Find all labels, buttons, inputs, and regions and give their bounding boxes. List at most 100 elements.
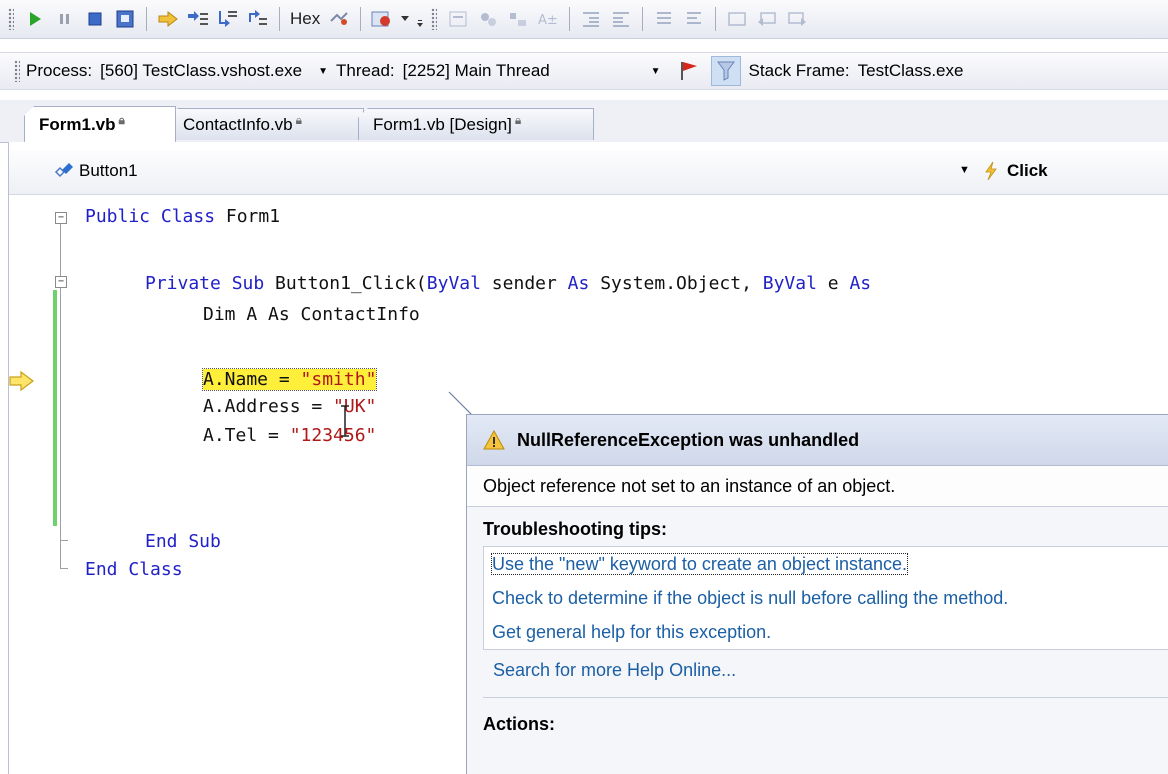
tab-contactinfo-vb[interactable]: ContactInfo.vb 🔒︎ [168, 108, 364, 140]
outline-guide [60, 288, 61, 540]
divider [483, 697, 1168, 698]
code-text: A.Name = [203, 369, 301, 390]
tip-link-general-help[interactable]: Get general help for this exception. [484, 615, 1168, 649]
method-name-dropdown[interactable]: Click [983, 161, 1048, 181]
current-statement-highlight: A.Name = "smith" [201, 368, 378, 391]
flag-icon [680, 62, 697, 80]
breakpoints-window-icon[interactable] [369, 6, 395, 32]
code-text: Form1 [215, 206, 281, 227]
code-line: Private Sub Button1_Click(ByVal sender A… [145, 270, 871, 298]
code-text: e [816, 273, 850, 294]
stop-icon[interactable] [82, 6, 108, 32]
next-bookmark-icon [784, 6, 810, 32]
process-dropdown[interactable]: [560] TestClass.vshost.exe ▼ [100, 58, 336, 84]
stack-frame-label: Stack Frame: [748, 61, 850, 80]
hex-toggle-button[interactable]: Hex [290, 9, 320, 29]
tip-link-use-new-keyword[interactable]: Use the "new" keyword to create an objec… [484, 547, 1168, 581]
tip-text: Use the "new" keyword to create an objec… [490, 553, 909, 575]
stack-frame-dropdown[interactable]: TestClass.exe [858, 58, 998, 84]
text-cursor-icon [341, 405, 349, 437]
flag-filter-icon [716, 61, 735, 81]
tip-text: Check to determine if the object is null… [492, 588, 1009, 608]
toolbar-grip[interactable] [14, 60, 20, 82]
outline-guide [60, 224, 61, 276]
toolbar-grip[interactable] [431, 8, 438, 30]
class-name-dropdown[interactable]: Button1 [53, 161, 138, 181]
tab-form1-vb[interactable]: Form1.vb 🔒︎ [24, 106, 176, 142]
editor-navigation-bar: Button1 ▼ Click [9, 150, 1168, 195]
process-label: Process: [26, 61, 93, 80]
code-keyword: ByVal [426, 273, 481, 294]
tab-label: Form1.vb [39, 114, 116, 134]
event-value: Click [1007, 161, 1048, 180]
code-text: System.Object, [589, 273, 763, 294]
lock-icon: 🔒︎ [118, 113, 125, 127]
toolbar-separator [642, 7, 644, 31]
code-line: End Sub [145, 528, 221, 556]
collapse-toggle[interactable]: − [55, 212, 67, 224]
quick-info-icon: A± [535, 6, 561, 32]
collapse-toggle[interactable]: − [55, 276, 67, 288]
code-line: Dim A As ContactInfo [203, 301, 420, 329]
debug-toolbar: Hex A± [0, 0, 1168, 39]
prev-bookmark-icon [754, 6, 780, 32]
exception-title: NullReferenceException was unhandled [517, 429, 860, 450]
outline-guide [60, 540, 61, 568]
thread-dropdown[interactable]: [2252] Main Thread ▼ [403, 58, 669, 84]
exception-assistant-popup: NullReferenceException was unhandled Obj… [466, 414, 1168, 774]
increase-indent-icon [608, 6, 634, 32]
code-string: "123456" [289, 425, 377, 446]
dropdown-arrow-icon[interactable] [399, 6, 411, 32]
control-icon [54, 163, 73, 178]
code-string: "smith" [300, 369, 377, 390]
lock-icon: 🔒︎ [295, 113, 303, 127]
thread-value: [2252] Main Thread [402, 61, 550, 80]
code-line: End Class [85, 556, 183, 584]
object-browser-icon [475, 6, 501, 32]
bookmark-icon [724, 6, 750, 32]
restart-icon[interactable] [112, 6, 138, 32]
object-value: Button1 [79, 161, 138, 180]
debug-location-toolbar: Process: [560] TestClass.vshost.exe ▼ Th… [0, 52, 1168, 90]
code-line: A.Name = "smith" [201, 366, 378, 394]
toolbar-separator [360, 7, 362, 31]
hex-icon[interactable] [326, 6, 352, 32]
code-keyword: As [849, 273, 872, 294]
toolbar-overflow-icon[interactable] [415, 6, 425, 32]
step-over-icon[interactable] [215, 6, 241, 32]
outline-guide [60, 540, 68, 541]
code-keyword: Public Class [85, 206, 216, 227]
chevron-down-icon: ▼ [650, 65, 661, 77]
process-value: [560] TestClass.vshost.exe [100, 61, 303, 80]
lightning-icon [985, 161, 997, 181]
lock-icon: 🔒︎ [514, 113, 522, 127]
comment-lines-icon [651, 6, 677, 32]
code-text: sender [480, 273, 568, 294]
toolbar-grip[interactable] [8, 8, 14, 30]
code-text: A.Address = [203, 396, 334, 417]
tip-text: Get general help for this exception. [492, 622, 772, 642]
pause-icon[interactable] [52, 6, 78, 32]
current-statement-arrow-icon [9, 370, 35, 396]
chevron-down-icon[interactable]: ▼ [959, 164, 970, 176]
troubleshooting-tips-list: Use the "new" keyword to create an objec… [483, 546, 1168, 650]
uncomment-lines-icon [681, 6, 707, 32]
step-out-icon[interactable] [245, 6, 271, 32]
show-flagged-threads-button[interactable] [710, 56, 741, 86]
tip-link-check-null[interactable]: Check to determine if the object is null… [484, 581, 1168, 615]
toolbar-separator [279, 7, 280, 31]
step-into-icon[interactable] [185, 6, 211, 32]
tab-form1-vb-design[interactable]: Form1.vb [Design] 🔒︎ [358, 108, 594, 140]
tab-label: ContactInfo.vb [183, 114, 293, 134]
troubleshooting-heading: Troubleshooting tips: [483, 519, 667, 539]
continue-icon[interactable] [22, 6, 48, 32]
show-next-statement-icon[interactable] [155, 6, 181, 32]
code-keyword: End Sub [145, 531, 221, 552]
code-keyword: End Class [85, 559, 183, 580]
toolbar-separator [146, 7, 147, 31]
code-keyword: ByVal [762, 273, 817, 294]
search-help-online-link[interactable]: Search for more Help Online... [467, 660, 1168, 681]
toggle-flag-threads-button[interactable] [673, 56, 703, 86]
thread-label: Thread: [336, 61, 395, 80]
decrease-indent-icon [578, 6, 604, 32]
